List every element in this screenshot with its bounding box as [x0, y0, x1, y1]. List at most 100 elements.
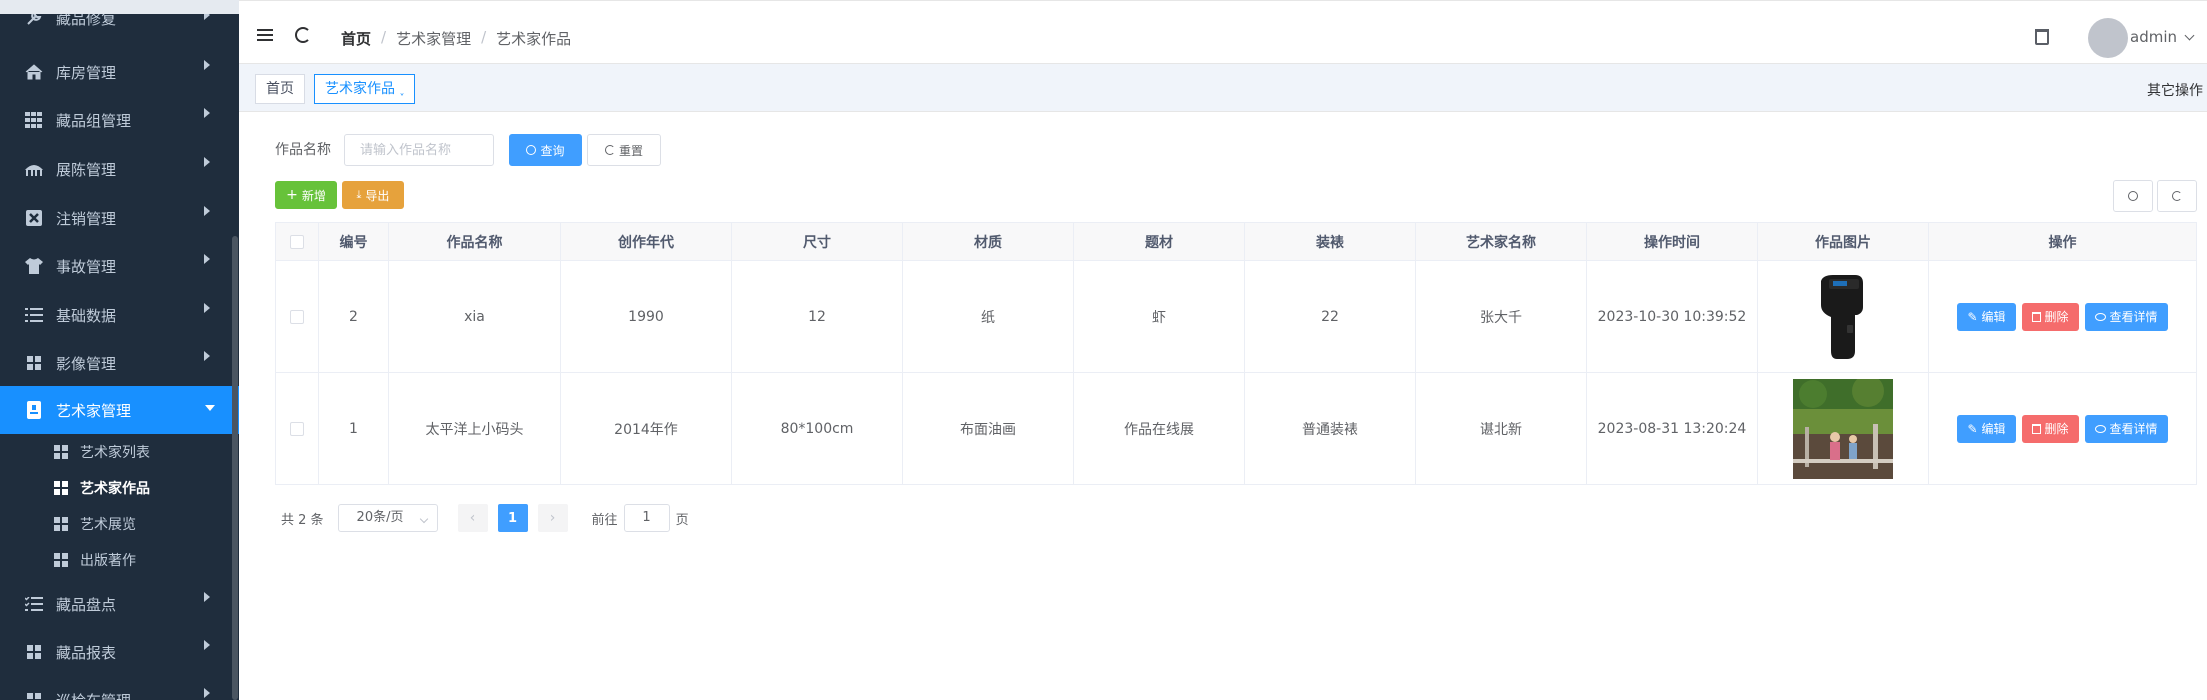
- user-menu[interactable]: admin: [2130, 28, 2195, 46]
- sidebar-subitem-publications[interactable]: 出版著作: [0, 542, 232, 578]
- sidebar-item-patrol-vehicle[interactable]: 巡检车管理: [0, 676, 232, 700]
- sidebar-item-inventory[interactable]: 藏品盘点: [0, 580, 232, 628]
- cell-subject: 作品在线展: [1073, 372, 1245, 485]
- delete-label: 删除: [2044, 310, 2069, 324]
- grid-icon: [24, 353, 44, 373]
- column-header: 材质: [902, 222, 1074, 261]
- sidebar-item-image[interactable]: 影像管理: [0, 339, 232, 387]
- sidebar-subitem-artist-list[interactable]: 艺术家列表: [0, 434, 232, 470]
- view-detail-button[interactable]: 查看详情: [2084, 414, 2168, 443]
- sidebar-subitem-art-exhibition[interactable]: 艺术展览: [0, 506, 232, 542]
- select-all-checkbox[interactable]: [290, 234, 304, 249]
- chevron-left-icon: ‹: [469, 510, 476, 526]
- export-button[interactable]: ⤓ 导出: [342, 181, 404, 209]
- chevron-down-icon: [419, 514, 428, 524]
- sidebar-top-strip: [0, 0, 239, 14]
- document-icon: [24, 400, 44, 420]
- hamburger-icon[interactable]: [257, 29, 273, 44]
- avatar[interactable]: [2088, 18, 2128, 58]
- sidebar-scrollbar[interactable]: [232, 236, 238, 700]
- grid-icon: [54, 517, 68, 531]
- refresh-icon: [604, 145, 615, 155]
- tags-view: 首页 艺术家作品 ˬ 其它操作: [239, 64, 2207, 112]
- goto-page-input[interactable]: 1: [623, 504, 670, 532]
- toggle-search-button[interactable]: [2113, 180, 2153, 212]
- delete-button[interactable]: 删除: [2021, 302, 2079, 331]
- sidebar-subitem-label: 艺术家列表: [80, 445, 150, 461]
- add-button-label: 新增: [301, 188, 326, 203]
- sidebar-item-label: 展陈管理: [56, 160, 117, 179]
- add-button[interactable]: + 新增: [275, 181, 337, 209]
- breadcrumb-home[interactable]: 首页: [341, 28, 371, 49]
- query-button[interactable]: 查询: [509, 134, 582, 166]
- sidebar-item-artist-management[interactable]: 艺术家管理: [0, 386, 239, 434]
- row-checkbox[interactable]: [290, 309, 304, 324]
- refresh-table-button[interactable]: [2157, 180, 2197, 212]
- select-all-cell[interactable]: [275, 222, 319, 261]
- search-icon: [526, 145, 537, 155]
- breadcrumb-artist-management[interactable]: 艺术家管理: [396, 28, 471, 49]
- edit-icon: ✎: [1967, 421, 1978, 436]
- view-detail-button[interactable]: 查看详情: [2084, 302, 2168, 331]
- sidebar-item-label: 注销管理: [56, 209, 117, 228]
- search-icon: [2128, 191, 2138, 201]
- trash-icon: [2031, 423, 2041, 434]
- column-header: 装裱: [1244, 222, 1416, 261]
- cell-artist: 张大千: [1415, 260, 1587, 373]
- exhibition-icon: [24, 159, 44, 179]
- tab-home[interactable]: 首页: [255, 74, 305, 104]
- sidebar-subitem-artist-works[interactable]: 艺术家作品: [0, 470, 232, 506]
- grid-icon: [24, 690, 44, 700]
- sidebar-item-accident[interactable]: 事故管理: [0, 242, 232, 290]
- breadcrumb: 首页 / 艺术家管理 / 艺术家作品: [341, 28, 571, 49]
- plus-icon: +: [286, 187, 298, 203]
- page-number-current[interactable]: 1: [497, 504, 528, 532]
- chevron-right-icon: [204, 157, 210, 167]
- tab-artist-works[interactable]: 艺术家作品 ˬ: [314, 74, 416, 104]
- grid-icon: [24, 642, 44, 662]
- edit-button[interactable]: ✎ 编辑: [1957, 302, 2016, 331]
- grid-icon: [54, 445, 68, 459]
- sidebar-item-cancellation[interactable]: 注销管理: [0, 194, 232, 242]
- row-select-cell[interactable]: [275, 260, 319, 373]
- cell-size: 80*100cm: [731, 372, 903, 485]
- other-operations-menu[interactable]: 其它操作: [2147, 80, 2203, 100]
- cell-name: xia: [388, 260, 561, 373]
- next-page-button[interactable]: ›: [537, 504, 568, 532]
- chevron-right-icon: [204, 206, 210, 216]
- sidebar-item-label: 影像管理: [56, 354, 117, 373]
- row-select-cell[interactable]: [275, 372, 319, 485]
- prev-page-button[interactable]: ‹: [457, 504, 488, 532]
- tab-dropdown-icon[interactable]: ˬ: [399, 85, 404, 96]
- chevron-right-icon: [204, 108, 210, 118]
- cell-id: 2: [318, 260, 389, 373]
- row-checkbox[interactable]: [290, 421, 304, 436]
- sidebar-item-label: 藏品盘点: [56, 595, 117, 614]
- sidebar-item-label: 库房管理: [56, 63, 117, 82]
- sidebar-subitem-label: 出版著作: [80, 553, 136, 569]
- sidebar-item-base-data[interactable]: 基础数据: [0, 291, 232, 339]
- goto-suffix: 页: [675, 512, 689, 528]
- delete-button[interactable]: 删除: [2021, 414, 2079, 443]
- sidebar-item-label: 艺术家管理: [56, 401, 132, 420]
- sidebar-item-warehouse[interactable]: 库房管理: [0, 48, 232, 96]
- table-row: 1 太平洋上小码头 2014年作 80*100cm 布面油画 作品在线展 普通装…: [275, 372, 2197, 485]
- sidebar-item-collection-group[interactable]: 藏品组管理: [0, 96, 232, 144]
- column-header: 编号: [318, 222, 389, 261]
- trash-icon[interactable]: [2035, 29, 2049, 45]
- sidebar-subitem-label: 艺术家作品: [80, 481, 150, 497]
- refresh-icon[interactable]: [295, 27, 311, 43]
- query-button-label: 查询: [540, 143, 565, 158]
- cell-name: 太平洋上小码头: [388, 372, 561, 485]
- search-input[interactable]: [344, 134, 494, 166]
- work-image-garden[interactable]: [1793, 378, 1893, 479]
- download-icon: ⤓: [356, 188, 362, 201]
- page-size-select[interactable]: 20条/页: [337, 504, 438, 532]
- sidebar-item-exhibition[interactable]: 展陈管理: [0, 145, 232, 193]
- work-image-scanner[interactable]: [1793, 266, 1893, 367]
- sidebar-item-report[interactable]: 藏品报表: [0, 628, 232, 676]
- reset-button[interactable]: 重置: [587, 134, 661, 166]
- edit-button[interactable]: ✎ 编辑: [1957, 414, 2016, 443]
- main-content: 作品名称 查询 重置 + 新增 ⤓ 导出: [239, 112, 2207, 700]
- tab-label: 首页: [266, 81, 294, 97]
